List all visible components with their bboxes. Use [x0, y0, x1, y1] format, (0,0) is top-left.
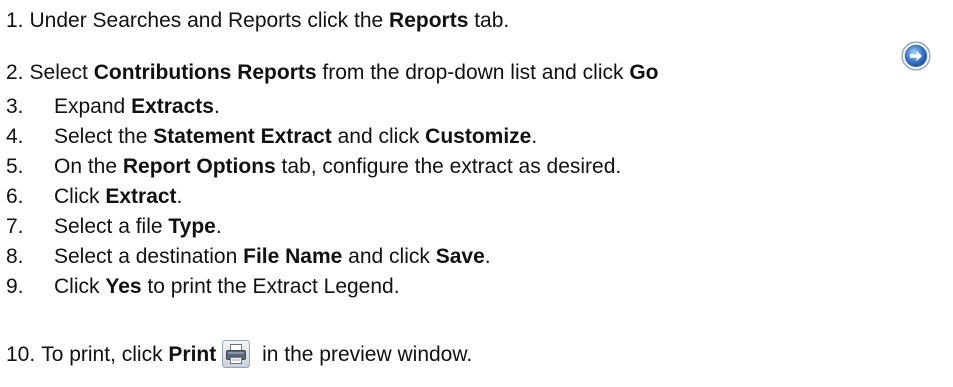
step-text: tab, configure the extract as desired.	[275, 155, 622, 178]
step-number: 5.	[6, 155, 24, 178]
step-text: and click	[331, 125, 426, 148]
step-bold: Contributions Reports	[93, 61, 317, 84]
step-number: 4.	[6, 125, 24, 148]
printer-icon	[222, 340, 251, 368]
step-text: Select	[29, 61, 94, 84]
step-4: 4. Select the Statement Extract and click…	[6, 122, 537, 152]
step-6: 6. Click Extract.	[6, 182, 182, 212]
step-text: Click	[54, 275, 106, 298]
step-10: 10. To print, click Print in the preview …	[6, 340, 472, 370]
step-bold: Reports	[389, 9, 469, 32]
step-bold: Yes	[105, 275, 142, 298]
step-bold: Go	[629, 61, 659, 84]
step-text: .	[176, 185, 183, 208]
step-text: Click	[54, 185, 106, 208]
step-text: to print the Extract Legend.	[141, 275, 400, 298]
step-3: 3. Expand Extracts.	[6, 92, 220, 122]
step-text: .	[213, 95, 220, 118]
step-bold: Customize	[425, 125, 532, 148]
step-number: 10.	[6, 343, 36, 366]
step-bold: Type	[168, 215, 216, 238]
step-text: tab.	[468, 9, 510, 32]
step-bold: Print	[168, 343, 217, 366]
step-number: 7.	[6, 215, 24, 238]
step-text: Select a file	[54, 215, 169, 238]
step-text: Select a destination	[54, 245, 244, 268]
step-1: 1. Under Searches and Reports click the R…	[6, 6, 509, 36]
step-text: To print, click	[41, 343, 169, 366]
step-number: 9.	[6, 275, 24, 298]
step-2: 2. Select Contributions Reports from the …	[6, 58, 659, 88]
step-text: in the preview window.	[256, 343, 473, 366]
step-bold: Extract	[105, 185, 177, 208]
step-bold: Report Options	[122, 155, 276, 178]
step-bold: Statement Extract	[153, 125, 332, 148]
step-text: Select the	[54, 125, 154, 148]
step-7: 7. Select a file Type.	[6, 212, 222, 242]
step-8: 8. Select a destination File Name and cli…	[6, 242, 491, 272]
step-bold: Extracts	[131, 95, 214, 118]
step-number: 1.	[6, 9, 24, 32]
step-number: 6.	[6, 185, 24, 208]
go-arrow-icon	[901, 41, 931, 71]
step-text: and click	[342, 245, 436, 268]
step-number: 2.	[6, 61, 24, 84]
step-text: .	[531, 125, 538, 148]
step-number: 8.	[6, 245, 24, 268]
step-number: 3.	[6, 95, 24, 118]
step-text: .	[215, 215, 222, 238]
step-text: .	[484, 245, 491, 268]
step-bold: Save	[435, 245, 485, 268]
step-bold: File Name	[243, 245, 343, 268]
step-text: Expand	[54, 95, 132, 118]
step-text: On the	[54, 155, 123, 178]
step-9: 9. Click Yes to print the Extract Legend.	[6, 272, 400, 302]
step-text: Under Searches and Reports click the	[29, 9, 390, 32]
step-text: from the drop-down list and click	[316, 61, 630, 84]
step-5: 5. On the Report Options tab, configure t…	[6, 152, 621, 182]
